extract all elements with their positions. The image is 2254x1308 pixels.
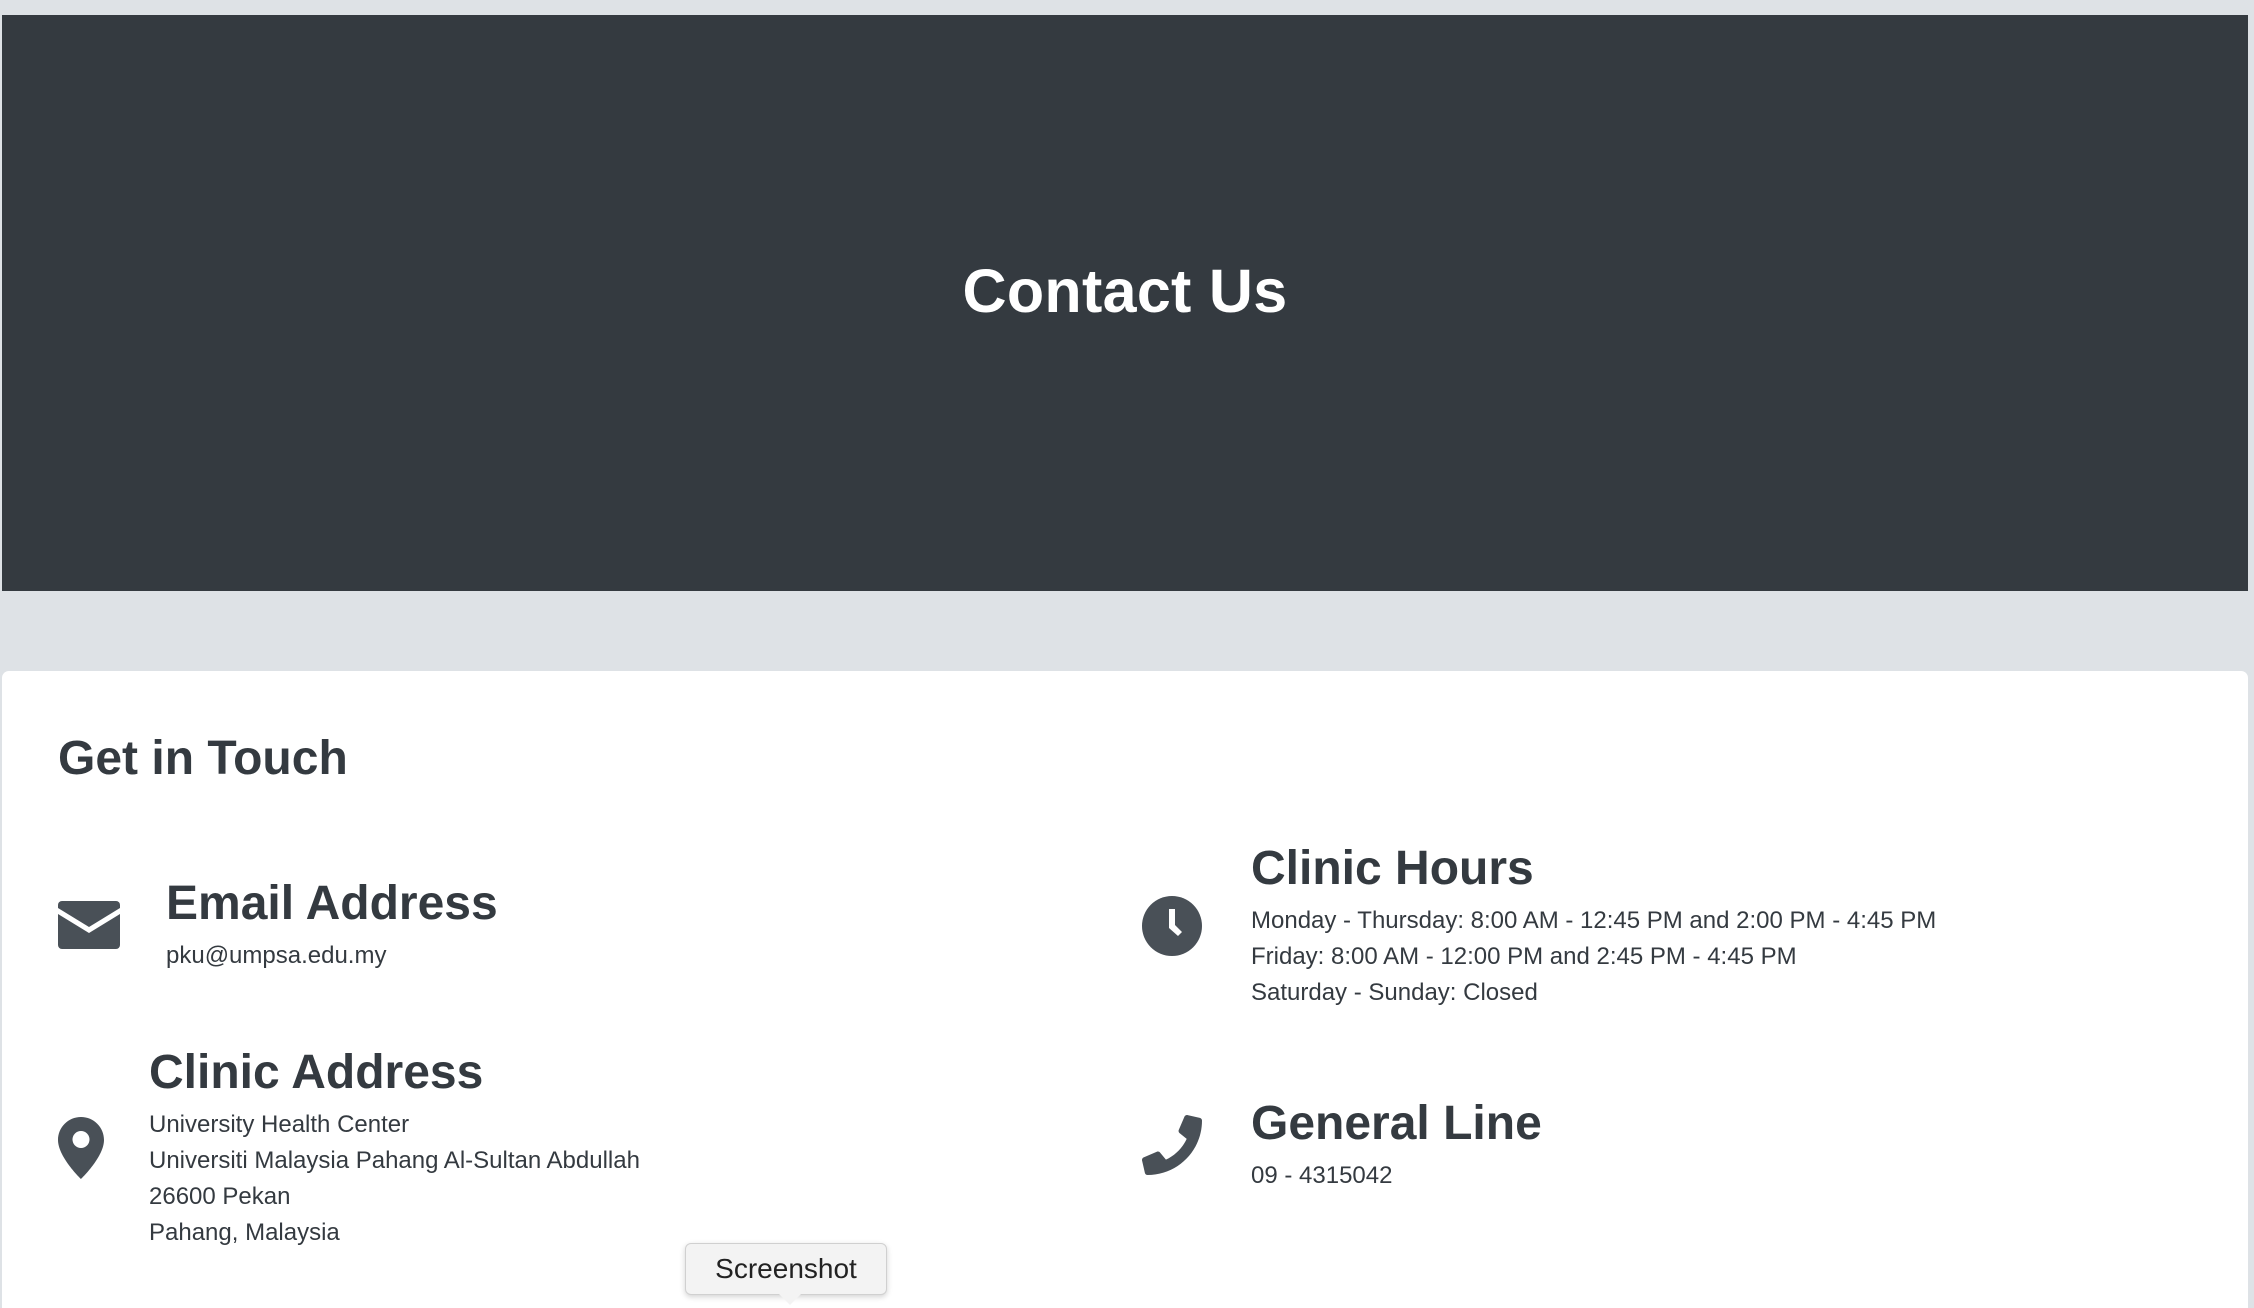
email-info: Email Address pku@umpsa.edu.my [58,876,498,974]
clinic-address-heading: Clinic Address [149,1046,484,1099]
clinic-address-text: Clinic Address University Health Center … [149,1045,640,1251]
email-heading: Email Address [166,877,498,930]
address-line: 26600 Pekan [149,1183,291,1210]
email-link[interactable]: pku@umpsa.edu.my [166,938,498,974]
phone-icon [1142,1114,1202,1176]
envelope-icon [58,900,120,950]
address-line: University Health Center [149,1111,410,1138]
general-line-heading: General Line [1251,1097,1542,1150]
hero-banner: Contact Us [2,15,2248,591]
general-line-info: General Line 09 - 4315042 [1142,1096,1542,1194]
screenshot-tooltip: Screenshot [685,1243,887,1305]
contact-page: Contact Us Get in Touch Email Address pk… [0,0,2254,1308]
page-title: Contact Us [962,257,1288,325]
general-line-text: General Line 09 - 4315042 [1251,1096,1542,1194]
address-line: Pahang, Malaysia [149,1219,340,1246]
hours-line: Saturday - Sunday: Closed [1251,979,1538,1006]
phone-number-link[interactable]: 09 - 4315042 [1251,1158,1542,1194]
clock-icon [1142,896,1202,956]
hours-line: Monday - Thursday: 8:00 AM - 12:45 PM an… [1251,907,1937,934]
section-title: Get in Touch [58,732,348,785]
clinic-address-info: Clinic Address University Health Center … [58,1045,640,1251]
address-line: Universiti Malaysia Pahang Al-Sultan Abd… [149,1147,640,1174]
clinic-hours-info: Clinic Hours Monday - Thursday: 8:00 AM … [1142,841,1936,1011]
clinic-hours-text: Clinic Hours Monday - Thursday: 8:00 AM … [1251,841,1936,1011]
email-text: Email Address pku@umpsa.edu.my [166,876,498,974]
hours-line: Friday: 8:00 AM - 12:00 PM and 2:45 PM -… [1251,943,1797,970]
contact-card: Get in Touch Email Address pku@umpsa.edu… [2,671,2248,1308]
clinic-hours-heading: Clinic Hours [1251,842,1534,895]
map-marker-icon [58,1117,104,1179]
